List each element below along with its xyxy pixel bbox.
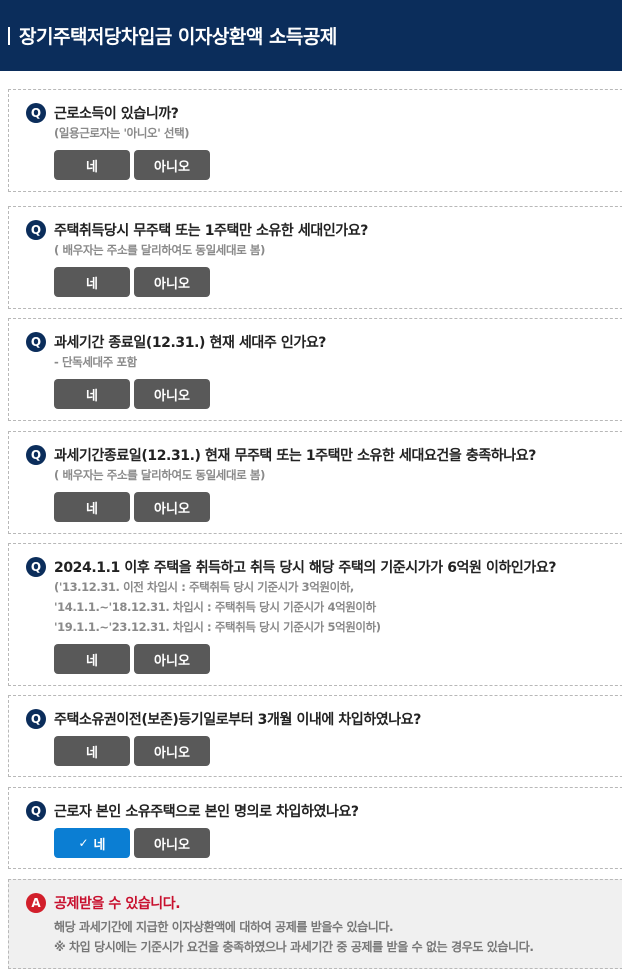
question-text: 과세기간 종료일(12.31.) 현재 세대주 인가요? [54, 335, 327, 351]
yes-button[interactable]: 네 [54, 379, 130, 409]
question-hint: (일용근로자는 '아니오' 선택) [54, 126, 190, 140]
question-card-5: Q 2024.1.1 이후 주택을 취득하고 취득 당시 해당 주택의 기준시가… [8, 543, 622, 686]
question-card-2: Q 주택취득당시 무주택 또는 1주택만 소유한 세대인가요? ( 배우자는 주… [8, 206, 622, 309]
question-card-3: Q 과세기간 종료일(12.31.) 현재 세대주 인가요? - 단독세대주 포… [8, 318, 622, 421]
question-card-7: Q 근로자 본인 소유주택으로 본인 명의로 차입하였나요? ✓ 네 아니오 [8, 787, 622, 869]
q-icon: Q [26, 709, 46, 729]
yes-button[interactable]: 네 [54, 736, 130, 766]
yes-button-label: 네 [93, 837, 106, 853]
question-hint-line-3: '19.1.1.~'23.12.31. 차입시 : 주택취득 당시 기준시가 5… [54, 620, 381, 634]
question-hint: - 단독세대주 포함 [54, 355, 137, 369]
no-button[interactable]: 아니오 [134, 736, 210, 766]
q-icon: Q [26, 332, 46, 352]
answer-body: 해당 과세기간에 지급한 이자상환액에 대하여 공제를 받을수 있습니다. ※ … [54, 917, 534, 957]
page-title: 장기주택저당차입금 이자상환액 소득공제 [19, 26, 337, 48]
title-bar-accent [8, 26, 10, 45]
yes-button[interactable]: 네 [54, 492, 130, 522]
q-icon: Q [26, 103, 46, 123]
question-hint-line-2: '14.1.1.~'18.12.31. 차입시 : 주택취득 당시 기준시가 4… [54, 600, 376, 614]
yes-button[interactable]: 네 [54, 644, 130, 674]
a-icon: A [26, 893, 46, 913]
question-card-6: Q 주택소유권이전(보존)등기일로부터 3개월 이내에 차입하였나요? 네 아니… [8, 695, 622, 777]
page-header: 장기주택저당차입금 이자상환액 소득공제 [0, 0, 622, 71]
answer-line-2: ※ 차입 당시에는 기준시가 요건을 충족하였으나 과세기간 중 공제를 받을 … [54, 940, 534, 954]
answer-title: 공제받을 수 있습니다. [54, 896, 181, 912]
q-icon: Q [26, 801, 46, 821]
answer-card: A 공제받을 수 있습니다. 해당 과세기간에 지급한 이자상환액에 대하여 공… [8, 879, 622, 969]
yes-button[interactable]: 네 [54, 150, 130, 180]
question-text: 근로자 본인 소유주택으로 본인 명의로 차입하였나요? [54, 804, 359, 820]
no-button[interactable]: 아니오 [134, 379, 210, 409]
yes-button-selected[interactable]: ✓ 네 [54, 828, 130, 858]
q-icon: Q [26, 220, 46, 240]
check-icon: ✓ [78, 836, 89, 850]
no-button[interactable]: 아니오 [134, 267, 210, 297]
question-text: 주택취득당시 무주택 또는 1주택만 소유한 세대인가요? [54, 223, 368, 239]
no-button[interactable]: 아니오 [134, 150, 210, 180]
q-icon: Q [26, 557, 46, 577]
question-hint: ( 배우자는 주소를 달리하여도 동일세대로 봄) [54, 468, 265, 482]
no-button[interactable]: 아니오 [134, 828, 210, 858]
question-text: 2024.1.1 이후 주택을 취득하고 취득 당시 해당 주택의 기준시가가 … [54, 560, 557, 576]
yes-button[interactable]: 네 [54, 267, 130, 297]
no-button[interactable]: 아니오 [134, 644, 210, 674]
q-icon: Q [26, 445, 46, 465]
question-text: 근로소득이 있습니까? [54, 106, 179, 122]
answer-line-1: 해당 과세기간에 지급한 이자상환액에 대하여 공제를 받을수 있습니다. [54, 920, 394, 934]
question-card-4: Q 과세기간종료일(12.31.) 현재 무주택 또는 1주택만 소유한 세대요… [8, 431, 622, 534]
question-text: 주택소유권이전(보존)등기일로부터 3개월 이내에 차입하였나요? [54, 712, 421, 728]
question-card-1: Q 근로소득이 있습니까? (일용근로자는 '아니오' 선택) 네 아니오 [8, 89, 622, 192]
no-button[interactable]: 아니오 [134, 492, 210, 522]
question-hint: ( 배우자는 주소를 달리하여도 동일세대로 봄) [54, 243, 265, 257]
question-text: 과세기간종료일(12.31.) 현재 무주택 또는 1주택만 소유한 세대요건을… [54, 448, 536, 464]
question-hint-line-1: ('13.12.31. 이전 차입시 : 주택취득 당시 기준시가 3억원이하, [54, 580, 354, 594]
